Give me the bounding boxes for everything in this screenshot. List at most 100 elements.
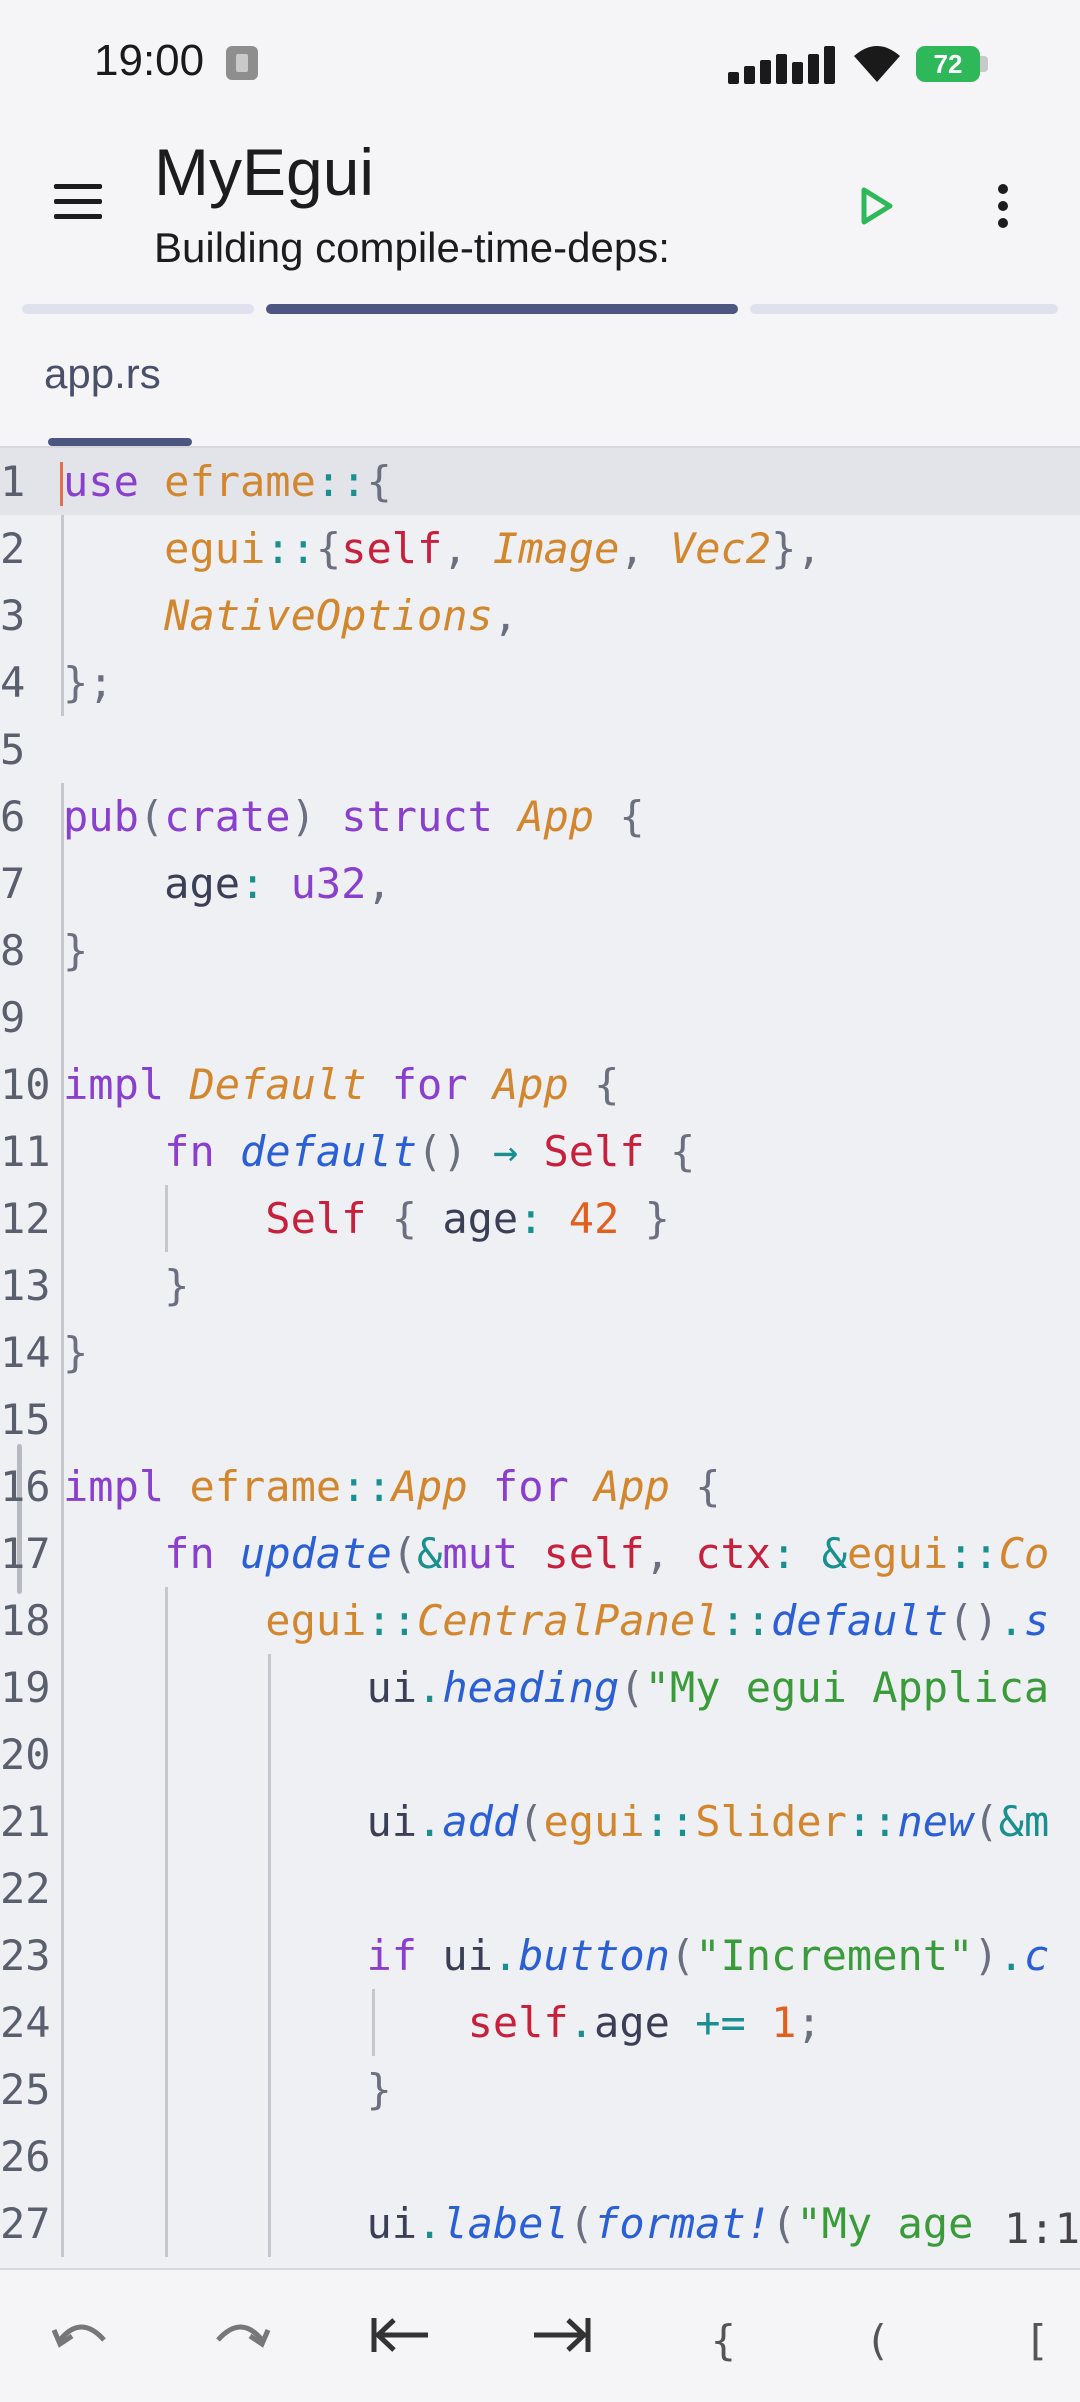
code-line[interactable]: 2 egui::{self, Image, Vec2}, <box>0 515 822 582</box>
line-number: 5 <box>0 725 26 774</box>
code-token: :: <box>720 1596 772 1645</box>
code-line[interactable]: 20 <box>0 1721 56 1788</box>
code-token: egui <box>265 1596 367 1645</box>
tab-right-icon[interactable] <box>526 2300 596 2370</box>
more-vert-icon[interactable] <box>972 176 1032 236</box>
play-icon[interactable] <box>846 176 906 236</box>
code-token: }, <box>771 524 822 573</box>
code-line[interactable]: 7 age: u32, <box>0 850 392 917</box>
code-token: }; <box>63 658 114 707</box>
code-line[interactable]: 22 <box>0 1855 56 1922</box>
code-line[interactable]: 27 ui.label(format!("My age <box>0 2190 973 2257</box>
code-token: mut <box>442 1529 519 1578</box>
code-token: :: <box>644 1797 696 1846</box>
insert-bracket-button[interactable]: [ <box>1030 2316 1046 2386</box>
code-token: , <box>492 591 519 640</box>
code-line[interactable]: 19 ui.heading("My egui Applica <box>0 1654 1049 1721</box>
code-token: ( <box>568 2199 595 2248</box>
line-number: 20 <box>0 1730 51 1779</box>
code-token: "Increment" <box>695 1931 974 1980</box>
code-line[interactable]: 5 <box>0 716 56 783</box>
code-line[interactable]: 11 fn default() → Self { <box>0 1118 695 1185</box>
code-line[interactable]: 6 pub(crate) struct App { <box>0 783 645 850</box>
code-text: self.age += 1; <box>63 1989 822 2056</box>
tab-app-rs[interactable]: app.rs <box>44 350 161 398</box>
code-text: fn default() → Self { <box>63 1118 695 1185</box>
code-token: :: <box>948 1529 999 1578</box>
code-line[interactable]: 18 egui::CentralPanel::default().s <box>0 1587 1049 1654</box>
code-token: :: <box>265 524 316 573</box>
code-token: { <box>366 457 392 506</box>
undo-icon[interactable] <box>46 2300 116 2370</box>
code-text: } <box>63 1252 189 1319</box>
code-line[interactable]: 17 fn update(&mut self, ctx: &egui::Co <box>0 1520 1049 1587</box>
code-line[interactable]: 9 <box>0 984 56 1051</box>
code-token: age <box>442 1194 519 1243</box>
code-editor[interactable]: 1:1 1 use eframe::{2 egui::{self, Image, … <box>0 448 1080 2268</box>
code-token: default <box>771 1596 949 1645</box>
insert-brace-button[interactable]: { <box>710 2316 737 2386</box>
code-token: Image <box>492 524 620 573</box>
cursor-position: 1:1 <box>998 2204 1080 2253</box>
code-token: c <box>1023 1931 1050 1980</box>
code-token: Vec2 <box>669 524 772 573</box>
code-line[interactable]: 24 self.age += 1; <box>0 1989 822 2056</box>
code-token: } <box>63 1328 89 1377</box>
code-token: eframe <box>189 1462 342 1511</box>
code-token: ) <box>973 1931 999 1980</box>
code-line[interactable]: 1 use eframe::{ <box>0 448 392 515</box>
code-token: :: <box>341 1462 392 1511</box>
line-number: 14 <box>0 1328 51 1377</box>
code-token: use <box>63 457 139 506</box>
tab-left-icon[interactable] <box>366 2300 436 2370</box>
code-token: ( <box>973 1797 999 1846</box>
code-line[interactable]: 26 <box>0 2123 56 2190</box>
code-token: add <box>442 1797 519 1846</box>
redo-icon[interactable] <box>206 2300 276 2370</box>
code-line[interactable]: 8} <box>0 917 88 984</box>
code-token: App <box>492 1060 569 1109</box>
code-line[interactable]: 16 impl eframe::App for App { <box>0 1453 721 1520</box>
code-token: { <box>695 1462 721 1511</box>
code-text: use eframe::{ <box>63 448 392 515</box>
code-token: ( <box>619 1663 645 1712</box>
line-number: 17 <box>0 1529 51 1578</box>
code-token: default <box>240 1127 418 1176</box>
code-token: { <box>619 792 645 841</box>
code-token: Slider <box>695 1797 847 1846</box>
code-text: impl Default for App { <box>63 1051 619 1118</box>
code-token: egui <box>543 1797 645 1846</box>
hamburger-menu-icon[interactable] <box>44 170 108 234</box>
code-line[interactable]: 10 impl Default for App { <box>0 1051 619 1118</box>
code-line[interactable]: 25 } <box>0 2056 392 2123</box>
sim-icon <box>226 46 258 80</box>
code-line[interactable]: 23 if ui.button("Increment").c <box>0 1922 1049 1989</box>
code-line[interactable]: 4}; <box>0 649 114 716</box>
code-line[interactable]: 13 } <box>0 1252 189 1319</box>
code-line[interactable]: 21 ui.add(egui::Slider::new(&m <box>0 1788 1049 1855</box>
code-token: NativeOptions <box>164 591 493 640</box>
status-bar: 19:00 72 <box>0 0 1080 128</box>
code-text: NativeOptions, <box>63 582 518 649</box>
code-token: :: <box>846 1797 898 1846</box>
insert-paren-button[interactable]: ( <box>870 2316 886 2386</box>
code-line[interactable]: 15 <box>0 1386 56 1453</box>
code-token: 1 <box>771 1998 797 2047</box>
code-line[interactable]: 12 Self { age: 42 } <box>0 1185 670 1252</box>
code-line[interactable]: 3 NativeOptions, <box>0 582 518 649</box>
status-time: 19:00 <box>94 36 205 85</box>
progress-segment-2 <box>266 304 738 314</box>
code-line[interactable]: 14} <box>0 1319 88 1386</box>
code-text: fn update(&mut self, ctx: &egui::Co <box>63 1520 1049 1587</box>
